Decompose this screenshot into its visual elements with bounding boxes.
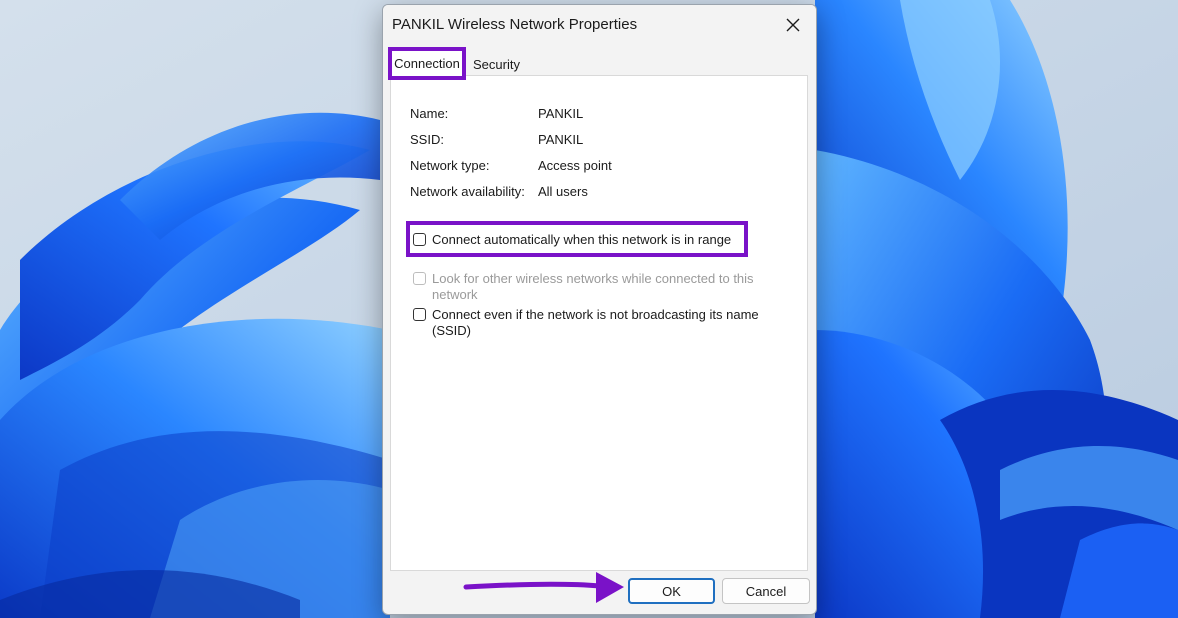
name-label: Name: (410, 106, 449, 121)
close-button[interactable] (776, 9, 810, 41)
connect-automatically-option[interactable]: Connect automatically when this network … (413, 232, 731, 248)
desktop: PANKIL Wireless Network Properties Name:… (0, 0, 1178, 618)
connect-automatically-label: Connect automatically when this network … (432, 232, 732, 247)
ok-button[interactable]: OK (628, 578, 715, 604)
look-for-other-networks-checkbox (413, 272, 426, 285)
cancel-button[interactable]: Cancel (722, 578, 810, 604)
dialog-title: PANKIL Wireless Network Properties (392, 16, 638, 33)
look-for-other-networks-label: Look for other wireless networks while c… (432, 271, 754, 302)
ssid-label: SSID: (410, 132, 444, 147)
connect-even-hidden-option[interactable]: Connect even if the network is not broad… (413, 307, 773, 339)
network-availability-label: Network availability: (410, 184, 525, 199)
ssid-value: PANKIL (538, 132, 584, 147)
look-for-other-networks-option: Look for other wireless networks while c… (413, 271, 773, 303)
properties-dialog: PANKIL Wireless Network Properties Name:… (382, 4, 817, 615)
name-value: PANKIL (538, 106, 584, 121)
connection-tab-panel: Name: PANKIL SSID: PANKIL Network type: … (390, 75, 808, 571)
network-type-value: Access point (538, 158, 612, 173)
close-icon (786, 18, 800, 32)
tab-connection[interactable]: Connection (388, 47, 466, 80)
network-type-label: Network type: (410, 158, 490, 173)
connect-even-hidden-checkbox[interactable] (413, 308, 426, 321)
tab-security[interactable]: Security (473, 57, 520, 72)
connect-automatically-checkbox[interactable] (413, 233, 426, 246)
connect-even-hidden-label: Connect even if the network is not broad… (432, 307, 759, 338)
title-bar: PANKIL Wireless Network Properties (383, 5, 816, 45)
network-availability-value: All users (538, 184, 588, 199)
